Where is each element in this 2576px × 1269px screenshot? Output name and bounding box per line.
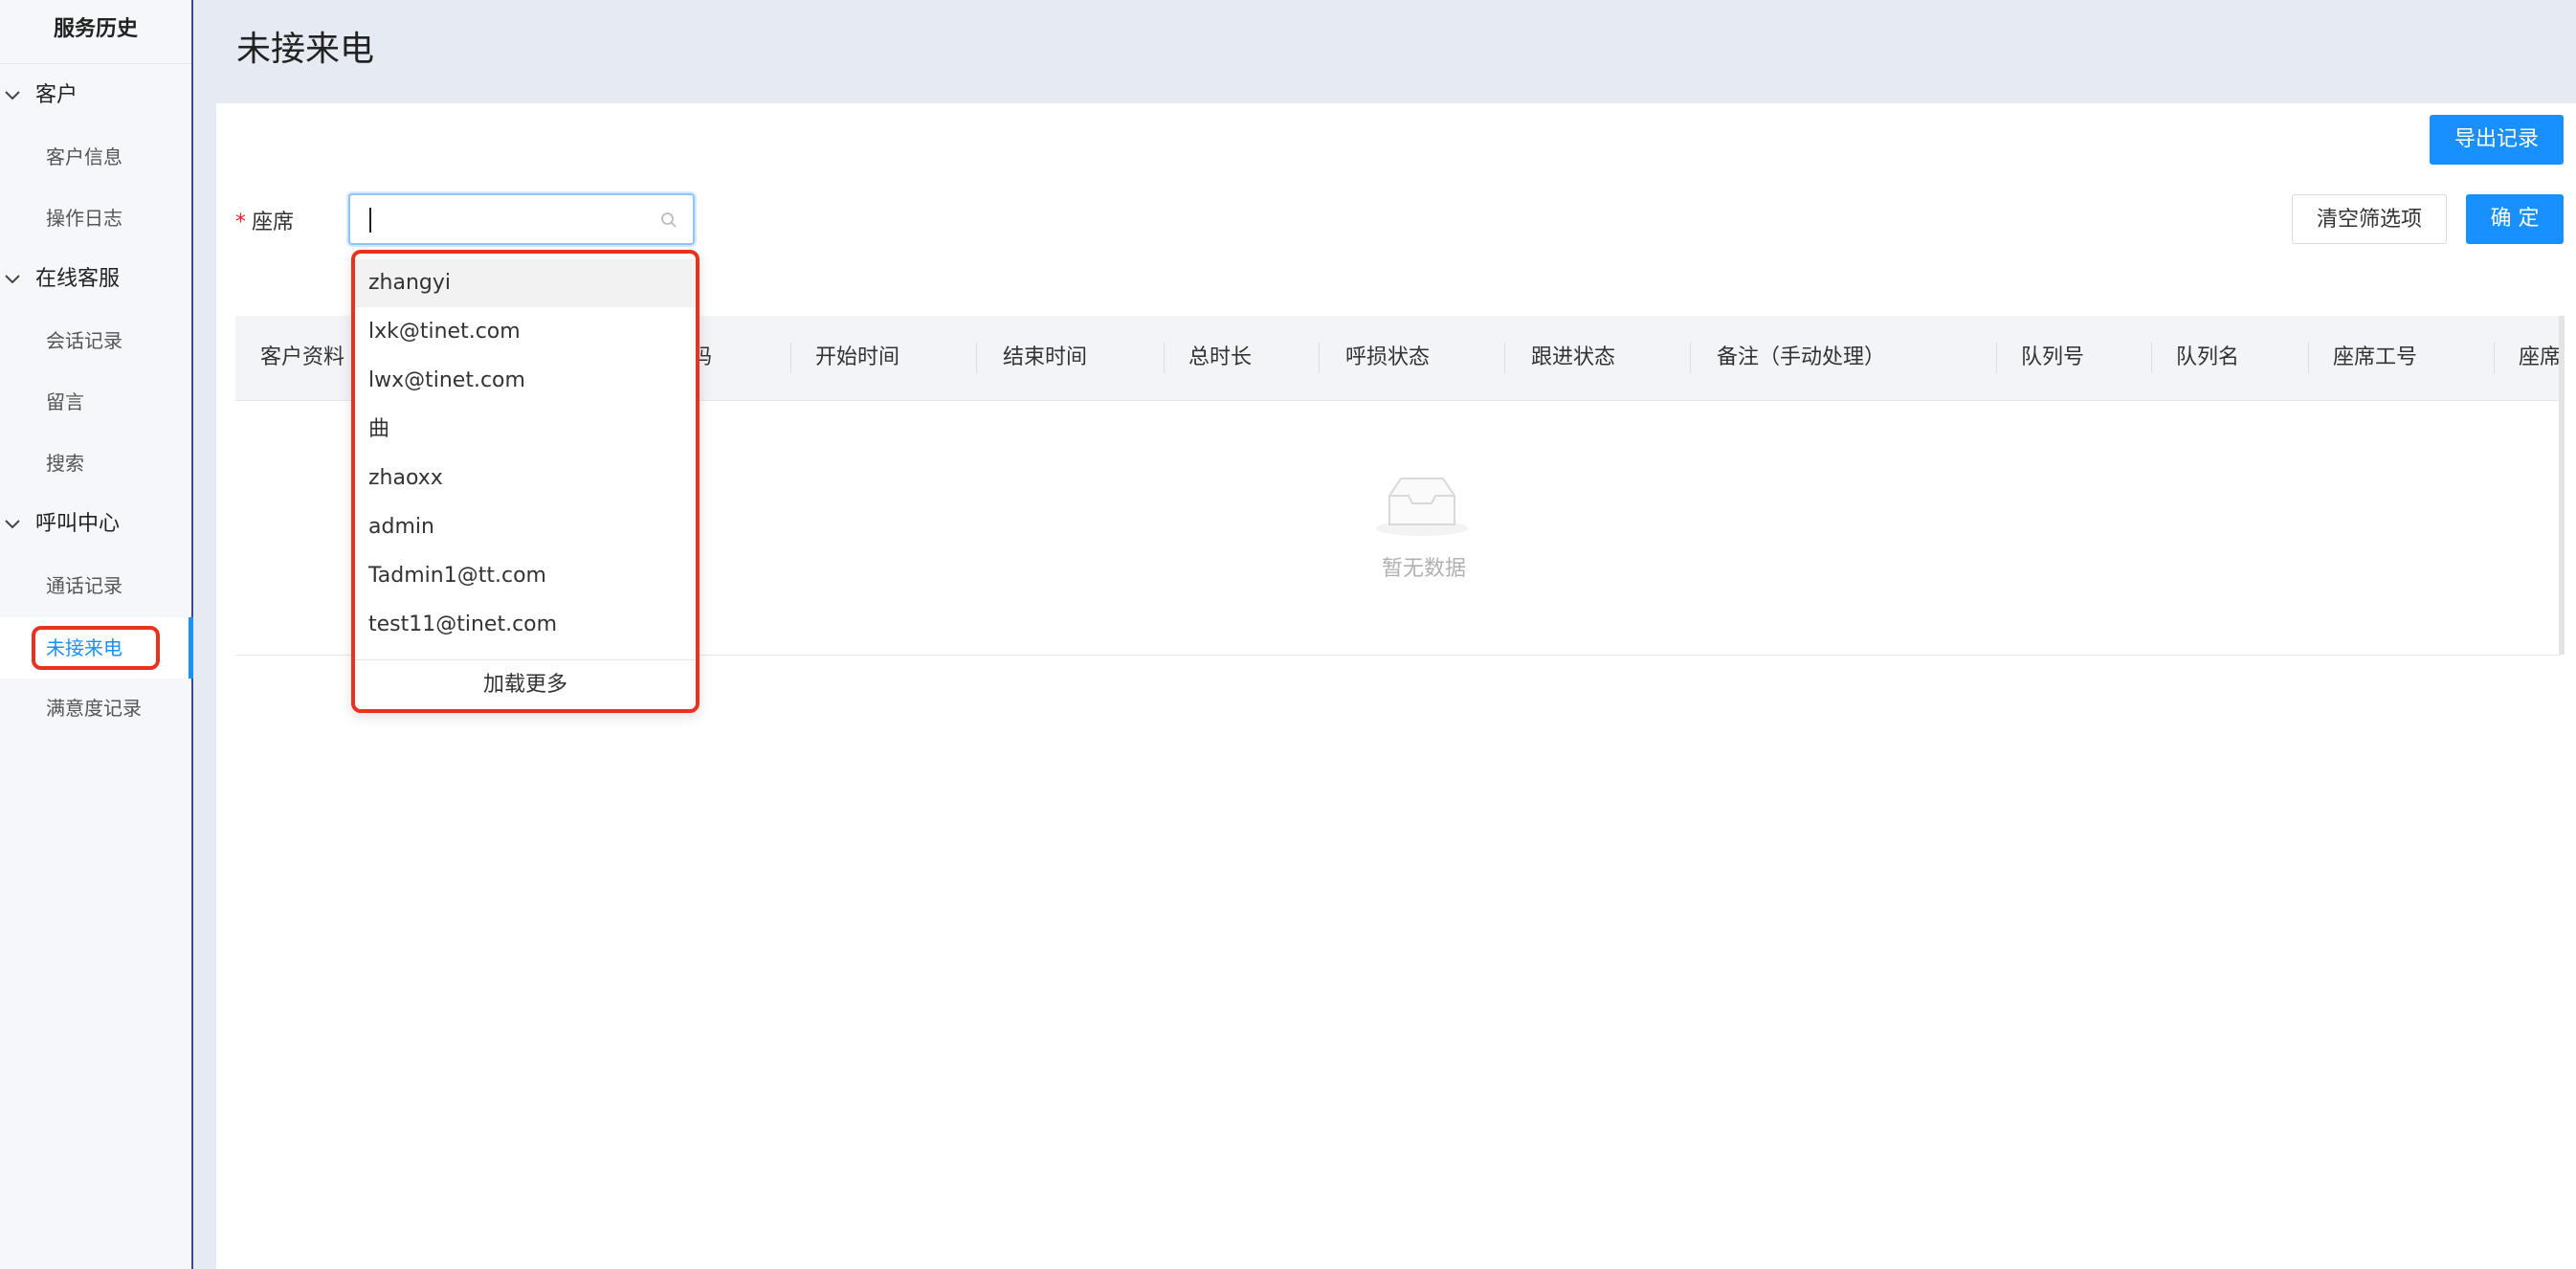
column-divider — [2308, 343, 2309, 373]
sidebar-group-call-center[interactable]: 呼叫中心 — [0, 505, 191, 544]
sidebar-item-label: 会话记录 — [46, 329, 122, 352]
chevron-down-icon — [5, 520, 20, 529]
sidebar-item-call-records[interactable]: 通话记录 — [0, 565, 191, 607]
dropdown-option[interactable]: Tadmin1@tt.com — [355, 552, 696, 600]
dropdown-divider — [355, 659, 696, 660]
column-header: 客户资料 — [260, 345, 345, 369]
dropdown-option[interactable]: admin — [355, 503, 696, 551]
dropdown-option[interactable]: lxk@tinet.com — [355, 308, 696, 356]
sidebar-item-label: 满意度记录 — [46, 697, 142, 720]
sidebar-item-label: 留言 — [46, 390, 84, 413]
dropdown-option[interactable]: zhangyi — [355, 259, 696, 307]
column-header: 座席工号 — [2333, 345, 2418, 369]
sidebar-group-label: 呼叫中心 — [35, 512, 121, 536]
chevron-down-icon — [5, 275, 20, 284]
confirm-button[interactable]: 确 定 — [2466, 194, 2564, 244]
sidebar-item-operation-log[interactable]: 操作日志 — [0, 197, 191, 239]
column-divider — [1690, 343, 1691, 373]
column-divider — [976, 343, 977, 373]
highlight-annotation — [32, 626, 160, 670]
sidebar-item-search[interactable]: 搜索 — [0, 442, 191, 484]
column-header: 座席 — [2519, 345, 2561, 369]
sidebar-title: 服务历史 — [0, 0, 191, 64]
empty-inbox-icon — [1376, 478, 1468, 536]
sidebar-group-label: 客户 — [35, 83, 78, 107]
column-divider — [2494, 343, 2495, 373]
column-header: 备注（手动处理） — [1717, 345, 1886, 369]
column-header: 跟进状态 — [1531, 345, 1616, 369]
column-divider — [1319, 343, 1320, 373]
column-divider — [790, 343, 791, 373]
column-header: 队列名 — [2176, 345, 2240, 369]
column-header: 呼损状态 — [1345, 345, 1431, 369]
column-divider — [1164, 343, 1165, 373]
sidebar-item-label: 操作日志 — [46, 207, 122, 230]
sidebar-item-label: 通话记录 — [46, 574, 122, 597]
page-title: 未接来电 — [236, 30, 375, 69]
sidebar: 服务历史 客户 客户信息 操作日志 在线客服 会话记录 留言 搜索 呼叫中心 通… — [0, 0, 193, 1269]
sidebar-item-label: 客户信息 — [46, 145, 122, 168]
active-indicator — [189, 617, 193, 679]
sidebar-item-satisfaction-records[interactable]: 满意度记录 — [0, 687, 191, 729]
sidebar-group-online-service[interactable]: 在线客服 — [0, 260, 191, 299]
clear-filters-button[interactable]: 清空筛选项 — [2292, 194, 2447, 244]
sidebar-item-label: 搜索 — [46, 452, 84, 475]
column-header: 队列号 — [2021, 345, 2085, 369]
agent-dropdown: zhangyi lxk@tinet.com lwx@tinet.com 曲 zh… — [351, 250, 700, 713]
dropdown-option[interactable]: 曲 — [355, 406, 696, 454]
sidebar-group-customer[interactable]: 客户 — [0, 77, 191, 115]
column-header: 开始时间 — [815, 345, 900, 369]
chevron-down-icon — [5, 91, 20, 100]
sidebar-item-messages[interactable]: 留言 — [0, 381, 191, 423]
column-header: 总时长 — [1188, 345, 1253, 369]
dropdown-option[interactable]: test11@tinet.com — [355, 601, 696, 649]
load-more-button[interactable]: 加载更多 — [355, 661, 696, 709]
agent-field-label: * 座席 — [235, 205, 294, 235]
required-mark: * — [235, 211, 246, 234]
search-icon — [661, 212, 677, 228]
export-button[interactable]: 导出记录 — [2430, 115, 2564, 165]
table-scrollbar[interactable] — [2559, 316, 2565, 655]
dropdown-option[interactable]: zhaoxx — [355, 455, 696, 502]
empty-state-text: 暂无数据 — [1382, 557, 1467, 581]
column-divider — [1996, 343, 1997, 373]
agent-field-label-text: 座席 — [252, 211, 295, 234]
column-divider — [2151, 343, 2152, 373]
sidebar-group-label: 在线客服 — [35, 267, 121, 291]
agent-select-input[interactable] — [348, 193, 695, 245]
dropdown-option[interactable]: lwx@tinet.com — [355, 357, 696, 405]
sidebar-item-customer-info[interactable]: 客户信息 — [0, 136, 191, 178]
text-cursor — [369, 208, 371, 233]
sidebar-item-session-records[interactable]: 会话记录 — [0, 320, 191, 362]
column-header: 结束时间 — [1003, 345, 1088, 369]
column-divider — [1504, 343, 1505, 373]
